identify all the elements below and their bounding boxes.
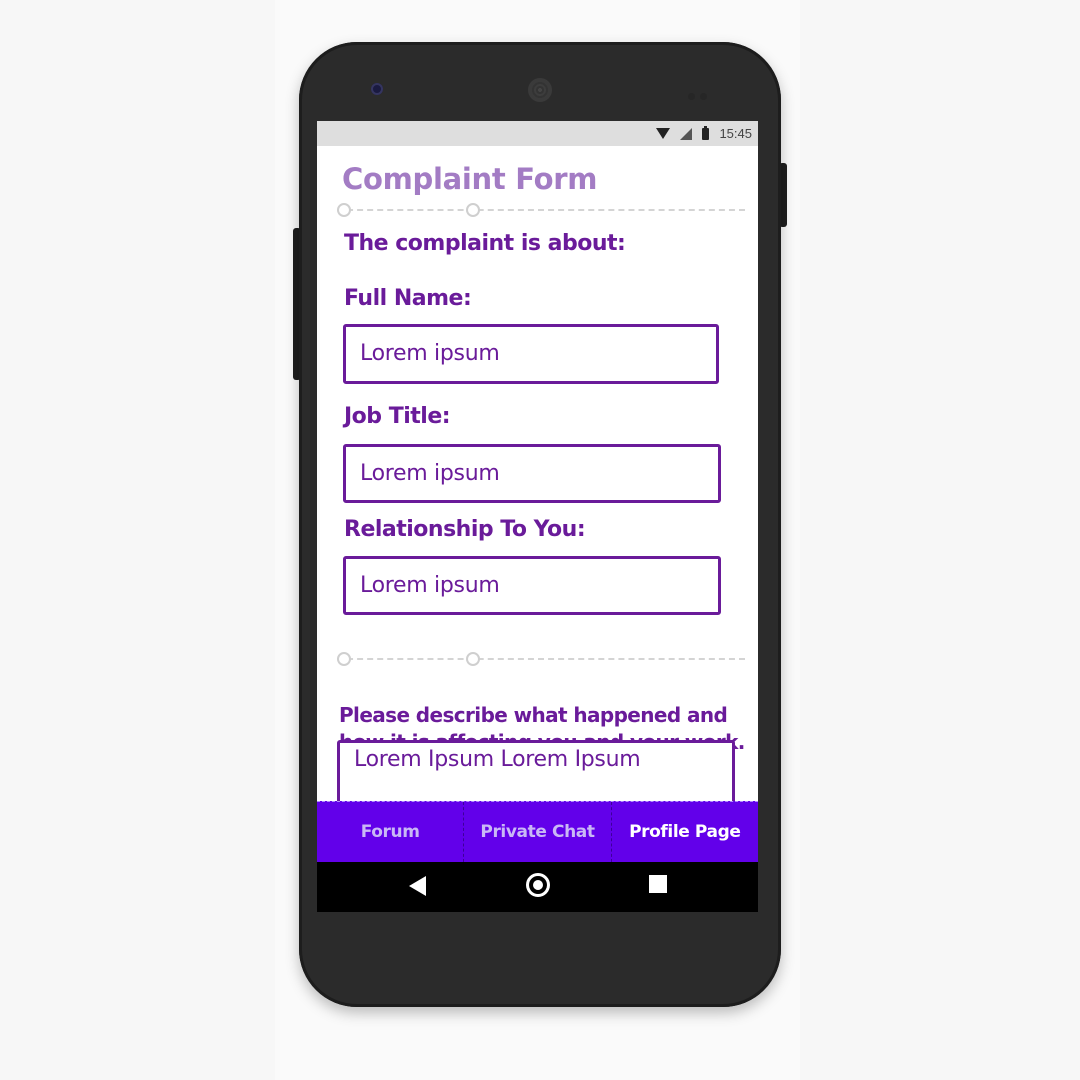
divider-handle [466,652,480,666]
divider-handle [466,203,480,217]
phone-screen: 15:45 Complaint Form The complaint is ab… [317,121,758,912]
home-icon[interactable] [526,873,550,897]
description-textarea[interactable]: Lorem Ipsum Lorem Ipsum [337,740,735,804]
relationship-label: Relationship To You: [344,517,586,542]
front-camera-icon [371,83,383,95]
form-content: Complaint Form The complaint is about: F… [317,146,758,804]
bottom-tab-bar: Forum Private Chat Profile Page [317,801,758,862]
divider-handle [337,652,351,666]
status-bar: 15:45 [317,121,758,146]
wifi-icon [656,128,671,139]
section-divider [337,658,745,660]
full-name-value: Lorem ipsum [360,341,500,366]
tab-forum[interactable]: Forum [317,802,465,862]
section-divider [337,209,745,211]
job-title-label: Job Title: [344,404,451,429]
battery-icon [702,125,710,140]
complaint-about-label: The complaint is about: [344,231,626,256]
full-name-label: Full Name: [344,286,472,311]
tab-private-chat[interactable]: Private Chat [464,802,612,862]
job-title-value: Lorem ipsum [360,461,500,486]
proximity-sensors [688,85,714,100]
status-time: 15:45 [719,126,752,141]
earpiece-speaker-icon [528,78,552,102]
description-value: Lorem Ipsum Lorem Ipsum [354,747,641,772]
relationship-field[interactable]: Lorem ipsum [343,556,721,615]
full-name-field[interactable]: Lorem ipsum [343,324,719,384]
recent-apps-icon[interactable] [649,875,667,893]
signal-icon [680,127,693,140]
job-title-field[interactable]: Lorem ipsum [343,444,721,503]
relationship-value: Lorem ipsum [360,573,500,598]
divider-handle [337,203,351,217]
back-icon[interactable] [409,876,426,896]
android-nav-bar [317,862,758,912]
page-title: Complaint Form [342,162,598,196]
tab-profile-page[interactable]: Profile Page [612,802,758,862]
